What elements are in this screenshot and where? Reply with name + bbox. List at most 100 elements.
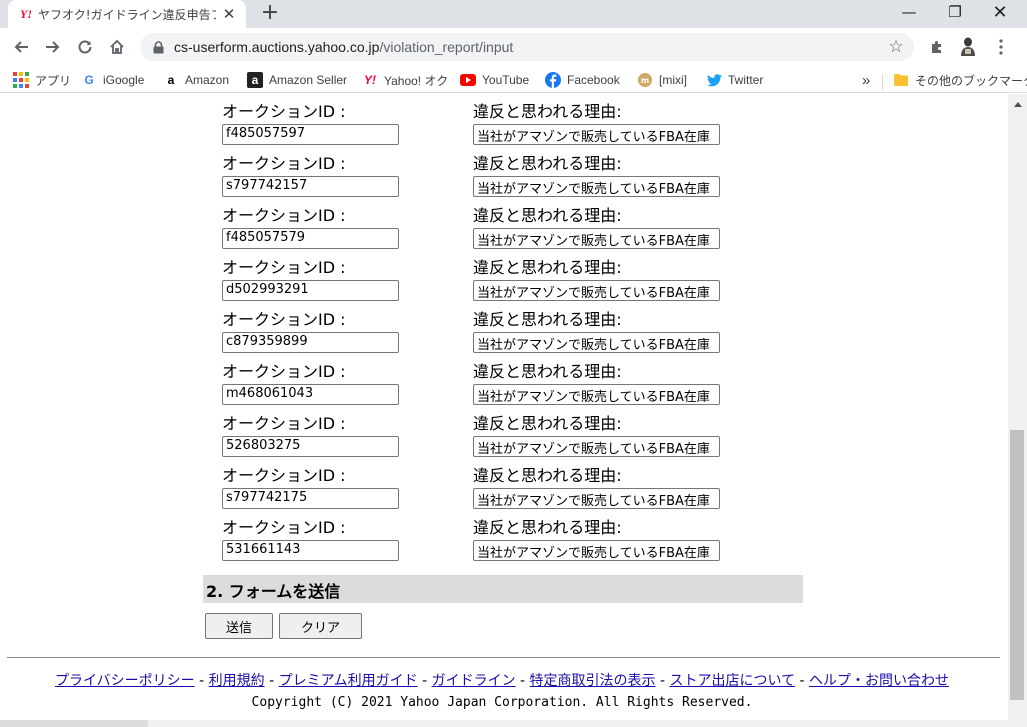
reason-label: 違反と思われる理由:	[473, 414, 622, 433]
chrome-menu-icon[interactable]	[990, 36, 1012, 58]
reason-input[interactable]: 当社がアマゾンで販売しているFBA在庫	[473, 124, 720, 145]
chevron-double-right-icon: »	[862, 71, 871, 89]
lock-icon	[140, 40, 170, 54]
auction-id-label: オークションID :	[222, 518, 346, 537]
maximize-button[interactable]: ❐	[932, 0, 978, 24]
reload-button[interactable]	[72, 34, 98, 60]
reason-input[interactable]: 当社がアマゾンで販売しているFBA在庫	[473, 176, 720, 197]
reason-input[interactable]: 当社がアマゾンで販売しているFBA在庫	[473, 280, 720, 301]
auction-id-input[interactable]: c879359899	[222, 332, 399, 353]
auction-id-input[interactable]: f485057597	[222, 124, 399, 145]
auction-id-label: オークションID :	[222, 414, 346, 433]
report-row: オークションID : 違反と思われる理由: c879359899 当社がアマゾン…	[222, 306, 742, 358]
reason-input[interactable]: 当社がアマゾンで販売しているFBA在庫	[473, 488, 720, 509]
horizontal-scrollbar-thumb[interactable]	[0, 720, 148, 727]
bookmarks-divider	[882, 74, 883, 90]
auction-id-input[interactable]: m468061043	[222, 384, 399, 405]
report-row: オークションID : 違反と思われる理由: d502993291 当社がアマゾン…	[222, 254, 742, 306]
facebook-icon	[545, 72, 561, 88]
auction-id-label: オークションID :	[222, 258, 346, 277]
bookmark-label: Amazon	[185, 73, 230, 87]
tab-title: ヤフオク!ガイドライン違反申告フォーム	[38, 7, 216, 22]
bookmarks-overflow-button[interactable]: »	[862, 70, 870, 90]
reason-input[interactable]: 当社がアマゾンで販売しているFBA在庫	[473, 436, 720, 457]
vertical-scrollbar[interactable]	[1008, 94, 1027, 727]
bookmark-yahoo[interactable]: Y! Yahoo! オク	[362, 70, 448, 90]
bookmark-label: Facebook	[567, 73, 620, 87]
back-button[interactable]	[8, 34, 34, 60]
footer-link-commerce-law[interactable]: 特定商取引法の表示	[530, 673, 656, 689]
bookmark-label: [mixi]	[659, 73, 687, 87]
url-host: cs-userform.auctions.yahoo.co.jp	[174, 39, 380, 55]
bookmark-amazon[interactable]: a Amazon	[163, 70, 229, 90]
bookmark-label: YouTube	[482, 73, 530, 87]
footer-link-store[interactable]: ストア出店について	[669, 673, 795, 689]
window-close-button[interactable]: ✕	[977, 0, 1023, 24]
bookmark-twitter[interactable]: Twitter	[706, 70, 763, 90]
yahoo-icon: Y!	[364, 73, 376, 87]
bookmarks-bar: アプリ G iGoogle a Amazon a Amazon Seller Y…	[0, 66, 1027, 93]
bookmark-star-icon[interactable]: ☆	[886, 37, 906, 57]
reason-label: 違反と思われる理由:	[473, 258, 622, 277]
bookmark-apps[interactable]: アプリ	[13, 70, 71, 90]
google-icon: G	[84, 73, 94, 87]
minimize-button[interactable]: —	[886, 0, 932, 24]
browser-tab[interactable]: Y! ヤフオク!ガイドライン違反申告フォーム ✕	[8, 0, 246, 28]
reason-input[interactable]: 当社がアマゾンで販売しているFBA在庫	[473, 332, 720, 353]
reason-input[interactable]: 当社がアマゾンで販売しているFBA在庫	[473, 228, 720, 249]
reload-icon	[78, 40, 92, 54]
tab-close-icon[interactable]: ✕	[220, 5, 238, 23]
bookmark-label: Twitter	[728, 73, 764, 87]
footer-link-privacy[interactable]: プライバシーポリシー	[55, 673, 195, 689]
auction-id-input[interactable]: f485057579	[222, 228, 399, 249]
auction-id-label: オークションID :	[222, 102, 346, 121]
auction-id-input[interactable]: s797742175	[222, 488, 399, 509]
youtube-icon	[460, 72, 476, 88]
reason-label: 違反と思われる理由:	[473, 518, 622, 537]
page-viewport: オークションID : 違反と思われる理由: f485057597 当社がアマゾン…	[0, 94, 1008, 727]
submit-button[interactable]: 送信	[205, 613, 273, 639]
scroll-up-arrow-icon[interactable]	[1008, 98, 1027, 110]
svg-text:m: m	[641, 76, 649, 85]
auction-id-label: オークションID :	[222, 362, 346, 381]
bookmark-youtube[interactable]: YouTube	[460, 70, 529, 90]
footer-link-premium-guide[interactable]: プレミアム利用ガイド	[279, 673, 418, 689]
bookmark-amazon-seller[interactable]: a Amazon Seller	[247, 70, 347, 90]
scrollbar-thumb[interactable]	[1010, 430, 1024, 700]
bookmark-igoogle[interactable]: G iGoogle	[81, 70, 144, 90]
reason-label: 違反と思われる理由:	[473, 362, 622, 381]
reason-label: 違反と思われる理由:	[473, 154, 622, 173]
auction-id-label: オークションID :	[222, 206, 346, 225]
footer-link-help[interactable]: ヘルプ・お問い合わせ	[809, 673, 949, 689]
footer-link-guidelines[interactable]: ガイドライン	[432, 673, 516, 689]
reason-label: 違反と思われる理由:	[473, 102, 622, 121]
auction-id-input[interactable]: 531661143	[222, 540, 399, 561]
home-button[interactable]	[104, 34, 130, 60]
forward-button[interactable]	[40, 34, 66, 60]
footer-separator: -	[264, 673, 279, 689]
other-bookmarks-folder[interactable]: その他のブックマーク	[893, 70, 1027, 90]
auction-id-input[interactable]: 526803275	[222, 436, 399, 457]
clear-button[interactable]: クリア	[279, 613, 362, 639]
apps-grid-icon	[13, 72, 29, 88]
footer-link-terms[interactable]: 利用規約	[209, 673, 265, 689]
reason-input[interactable]: 当社がアマゾンで販売しているFBA在庫	[473, 540, 720, 561]
footer-divider	[7, 657, 1000, 658]
bookmark-mixi[interactable]: m [mixi]	[637, 70, 687, 90]
profile-avatar[interactable]	[957, 36, 979, 58]
auction-id-input[interactable]: s797742157	[222, 176, 399, 197]
bookmark-facebook[interactable]: Facebook	[545, 70, 620, 90]
section-heading-submit: 2. フォームを送信	[203, 575, 803, 603]
extensions-puzzle-icon[interactable]	[926, 36, 948, 58]
footer-separator: -	[655, 673, 670, 689]
address-bar[interactable]: cs-userform.auctions.yahoo.co.jp/violati…	[140, 33, 914, 61]
reason-input[interactable]: 当社がアマゾンで販売しているFBA在庫	[473, 384, 720, 405]
report-row: オークションID : 違反と思われる理由: s797742157 当社がアマゾン…	[222, 150, 742, 202]
auction-id-input[interactable]: d502993291	[222, 280, 399, 301]
new-tab-button[interactable]: +	[258, 1, 282, 25]
url-text: cs-userform.auctions.yahoo.co.jp/violati…	[170, 39, 513, 55]
footer-separator: -	[194, 673, 209, 689]
horizontal-scrollbar[interactable]	[0, 720, 1008, 727]
url-path: /violation_report/input	[379, 39, 514, 55]
footer-separator: -	[795, 673, 810, 689]
